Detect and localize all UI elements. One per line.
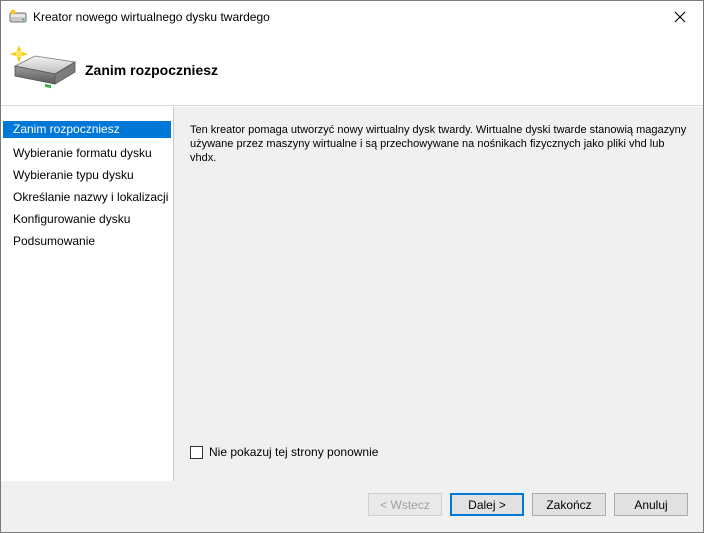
close-button[interactable] — [657, 1, 703, 32]
new-disk-icon — [10, 45, 77, 89]
step-summary[interactable]: Podsumowanie — [3, 231, 171, 253]
step-choose-disk-format[interactable]: Wybieranie formatu dysku — [3, 143, 171, 165]
description-text: Ten kreator pomaga utworzyć nowy wirtual… — [190, 124, 687, 164]
window-title: Kreator nowego wirtualnego dysku twardeg… — [33, 10, 270, 24]
page-title: Zanim rozpoczniesz — [85, 62, 219, 78]
virtual-disk-icon — [9, 9, 27, 23]
step-choose-disk-type[interactable]: Wybieranie typu dysku — [3, 165, 171, 187]
step-name-and-location[interactable]: Określanie nazwy i lokalizacji — [3, 187, 171, 209]
content-panel: Ten kreator pomaga utworzyć nowy wirtual… — [175, 107, 703, 481]
step-before-you-begin[interactable]: Zanim rozpoczniesz — [3, 121, 171, 138]
wizard-window: Kreator nowego wirtualnego dysku twardeg… — [0, 0, 704, 533]
dont-show-again-row[interactable]: Nie pokazuj tej strony ponownie — [190, 445, 378, 459]
close-icon — [674, 11, 686, 22]
step-navigation: Zanim rozpoczniesz Wybieranie formatu dy… — [1, 107, 174, 481]
step-configure-disk[interactable]: Konfigurowanie dysku — [3, 209, 171, 231]
back-button: < Wstecz — [368, 493, 442, 516]
wizard-footer: < Wstecz Dalej > Zakończ Anuluj — [1, 481, 703, 532]
title-bar: Kreator nowego wirtualnego dysku twardeg… — [1, 1, 703, 32]
wizard-header: Zanim rozpoczniesz — [1, 32, 703, 106]
step-list: Zanim rozpoczniesz Wybieranie formatu dy… — [3, 121, 171, 253]
cancel-button[interactable]: Anuluj — [614, 493, 688, 516]
dont-show-again-label[interactable]: Nie pokazuj tej strony ponownie — [209, 445, 378, 459]
next-button[interactable]: Dalej > — [450, 493, 524, 516]
finish-button[interactable]: Zakończ — [532, 493, 606, 516]
wizard-body: Zanim rozpoczniesz Wybieranie formatu dy… — [1, 107, 703, 481]
dont-show-again-checkbox[interactable] — [190, 445, 203, 459]
